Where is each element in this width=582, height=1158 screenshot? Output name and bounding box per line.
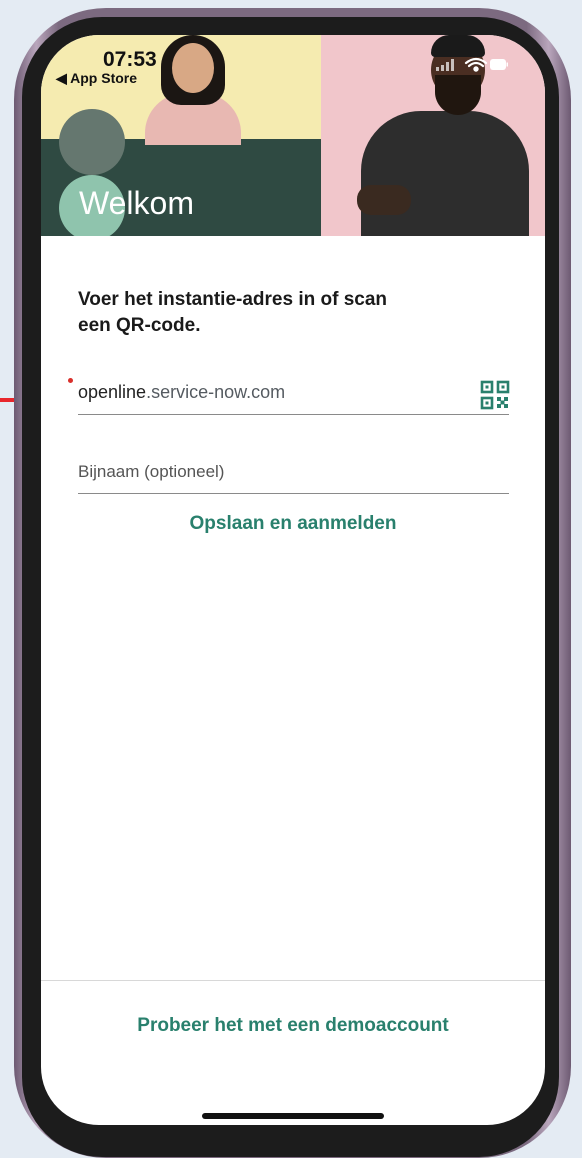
signal-icon <box>436 59 454 71</box>
footer-divider <box>41 980 545 981</box>
home-indicator[interactable] <box>202 1113 384 1119</box>
demo-account-button[interactable]: Probeer het met een demoaccount <box>41 1015 545 1037</box>
welcome-banner: 07:53 ◀ App Store Welkom <box>41 35 545 236</box>
instance-address-input[interactable]: openline.service-now.com <box>78 368 509 415</box>
save-and-login-button[interactable]: Opslaan en aanmelden <box>41 513 545 535</box>
back-to-app-store-link[interactable]: ◀ App Store <box>56 70 137 87</box>
battery-icon <box>490 59 508 70</box>
status-icons <box>436 57 508 72</box>
welcome-title: Welkom <box>79 185 194 221</box>
qr-code-scan-icon[interactable] <box>480 380 510 410</box>
required-indicator <box>68 378 73 383</box>
nickname-placeholder: Bijnaam (optioneel) <box>78 462 225 481</box>
instance-value-suffix: .service-now.com <box>146 382 286 402</box>
wifi-icon <box>464 57 488 72</box>
status-time: 07:53 <box>103 48 157 71</box>
nickname-input[interactable]: Bijnaam (optioneel) <box>78 447 509 494</box>
app-screen: 07:53 ◀ App Store Welkom Voer het instan… <box>41 35 545 1125</box>
instance-value-prefix: openline <box>78 382 147 402</box>
man-photo <box>321 35 545 236</box>
instruction-text: Voer het instantie-adres in of scan een … <box>78 289 388 336</box>
decorative-circle <box>59 109 125 175</box>
